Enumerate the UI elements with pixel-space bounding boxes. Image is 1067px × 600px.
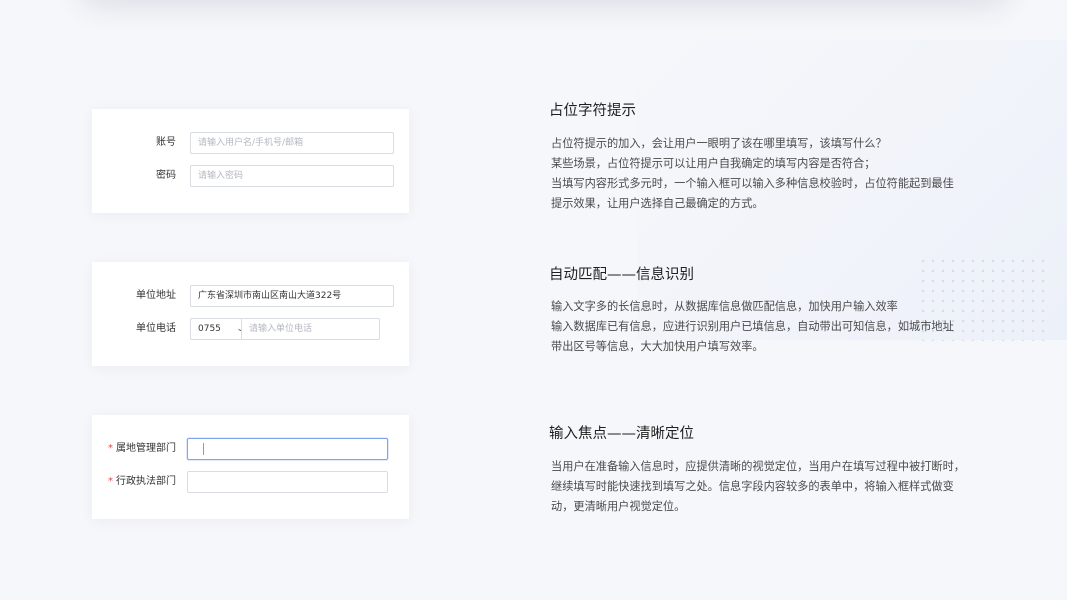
law-dept-label: * 行政执法部门 — [108, 471, 176, 493]
area-code-value: 0755 — [198, 324, 221, 334]
department-form-card: * 属地管理部门 * 行政执法部门 — [92, 415, 409, 519]
company-phone-label: 单位电话 — [136, 323, 176, 334]
local-dept-label-text: 属地管理部门 — [116, 443, 176, 454]
section-line: 带出区号等信息，大大加快用户填写效率。 — [551, 340, 764, 353]
company-address-input[interactable]: 广东省深圳市南山区南山大道322号 — [190, 285, 394, 307]
company-phone-row: 单位电话 0755 ⌄ 请输入单位电话 — [92, 318, 409, 340]
section-body-placeholder: 占位符提示的加入，会让用户一眼明了该在哪里填写，该填写什么？ 某些场景，占位符提… — [551, 134, 1001, 214]
section-line: 输入数据库已有信息，应进行识别用户已填信息，自动带出可知信息，如城市地址 — [551, 320, 954, 333]
password-placeholder: 请输入密码 — [198, 171, 244, 181]
section-line: 当用户在准备输入信息时，应提供清晰的视觉定位，当用户在填写过程中被打断时， — [551, 460, 965, 473]
text-caret — [203, 443, 204, 455]
local-dept-row: * 属地管理部门 — [92, 438, 409, 460]
section-line: 继续填写时能快速找到填写之处。信息字段内容较多的表单中，将输入框样式做变 — [551, 480, 954, 493]
company-form-card: 单位地址 广东省深圳市南山区南山大道322号 单位电话 0755 ⌄ 请输入单位… — [92, 262, 409, 366]
company-phone-placeholder: 请输入单位电话 — [249, 324, 313, 334]
password-row: 密码 请输入密码 — [92, 165, 409, 187]
company-address-value: 广东省深圳市南山区南山大道322号 — [198, 291, 342, 301]
local-dept-input[interactable] — [187, 438, 388, 460]
section-line: 占位符提示的加入，会让用户一眼明了该在哪里填写，该填写什么？ — [551, 137, 887, 150]
section-body-focus: 当用户在准备输入信息时，应提供清晰的视觉定位，当用户在填写过程中被打断时， 继续… — [551, 457, 1001, 517]
account-row: 账号 请输入用户名/手机号/邮箱 — [92, 132, 409, 154]
law-dept-input[interactable] — [187, 471, 388, 493]
section-line: 输入文字多的长信息时，从数据库信息做匹配信息，加快用户输入效率 — [551, 300, 898, 313]
password-label: 密码 — [156, 170, 176, 181]
section-title-placeholder: 占位字符提示 — [549, 103, 636, 119]
section-line: 动，更清晰用户视觉定位。 — [551, 500, 686, 513]
account-label: 账号 — [156, 137, 176, 148]
company-address-row: 单位地址 广东省深圳市南山区南山大道322号 — [92, 285, 409, 307]
law-dept-row: * 行政执法部门 — [92, 471, 409, 493]
required-mark: * — [108, 443, 113, 454]
section-title-focus: 输入焦点——清晰定位 — [549, 426, 694, 442]
section-body-automatch: 输入文字多的长信息时，从数据库信息做匹配信息，加快用户输入效率 输入数据库已有信… — [551, 297, 1001, 357]
section-title-automatch: 自动匹配——信息识别 — [549, 267, 694, 283]
company-phone-input[interactable]: 请输入单位电话 — [241, 318, 380, 340]
law-dept-label-text: 行政执法部门 — [116, 476, 176, 487]
company-address-label: 单位地址 — [136, 290, 176, 301]
local-dept-label: * 属地管理部门 — [108, 438, 176, 460]
section-line: 当填写内容形式多元时，一个输入框可以输入多种信息校验时，占位符能起到最佳 — [551, 177, 954, 190]
required-mark: * — [108, 476, 113, 487]
section-line: 提示效果，让用户选择自己最确定的方式。 — [551, 197, 764, 210]
password-input[interactable]: 请输入密码 — [190, 165, 394, 187]
account-placeholder: 请输入用户名/手机号/邮箱 — [198, 138, 304, 148]
section-line: 某些场景，占位符提示可以让用户自我确定的填写内容是否符合； — [551, 157, 876, 170]
login-form-card: 账号 请输入用户名/手机号/邮箱 密码 请输入密码 — [92, 109, 409, 213]
area-code-select[interactable]: 0755 ⌄ — [190, 318, 248, 340]
account-input[interactable]: 请输入用户名/手机号/邮箱 — [190, 132, 394, 154]
